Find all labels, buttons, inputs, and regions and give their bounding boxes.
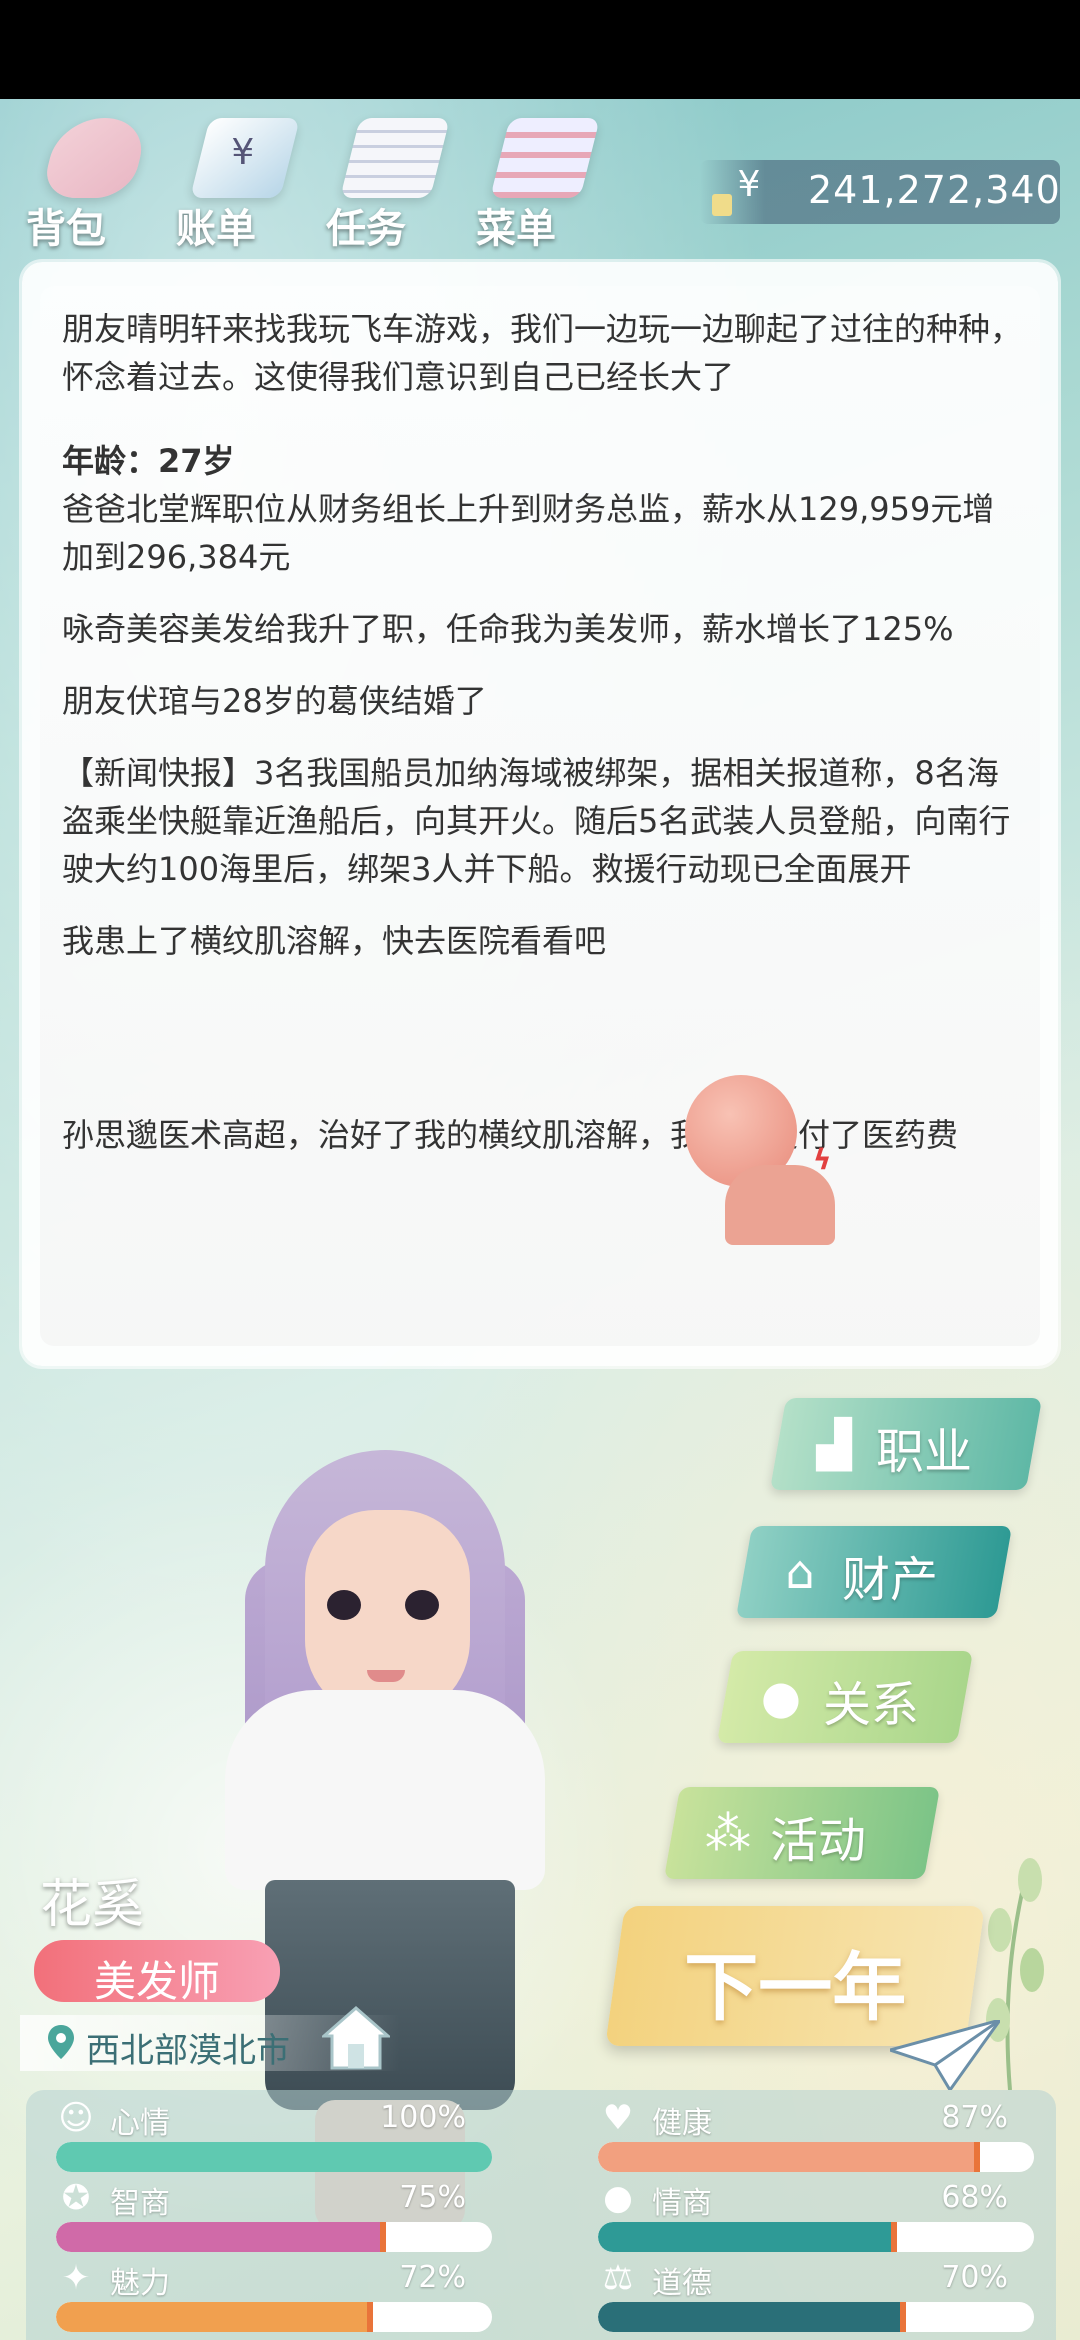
character-name: 花奚 (40, 1875, 145, 1935)
bill-button[interactable]: 账单 (172, 110, 302, 252)
house-icon: ⌂ (785, 1545, 815, 1599)
molecule-icon: ⁂ (705, 1806, 751, 1860)
location-label: 西北部漠北市 (86, 2031, 290, 2071)
bag-label: 背包 (26, 206, 106, 252)
stat-label: 魅力 (110, 2266, 170, 2301)
event-item: 我患上了横纹肌溶解，快去医院看看吧 (62, 922, 607, 960)
event-item: 朋友晴明轩来找我玩飞车游戏，我们一边玩一边聊起了过往的种种，怀念着过去。这使得我… (62, 310, 1023, 396)
asset-button[interactable]: ⌂ 财产 (735, 1526, 1013, 1618)
event-item: 【新闻快报】3名我国船员加纳海域被绑架，据相关报道称，8名海盗乘坐快艇靠近渔船后… (62, 754, 1011, 888)
stat-value: 70% (941, 2260, 1008, 2295)
stat-health: ♥ 健康 87% (568, 2098, 1034, 2176)
stat-bar (598, 2302, 1034, 2332)
event-item: 爸爸北堂辉职位从财务组长上升到财务总监，薪水从129,959元增加到296,38… (62, 490, 995, 576)
stats-panel: ☺ 心情 100% ♥ 健康 87% ✪ 智商 75% ● 情商 68% ✦ 魅… (26, 2090, 1056, 2340)
stat-label: 道德 (652, 2266, 712, 2301)
stat-bar (598, 2222, 1034, 2252)
bill-label: 账单 (176, 206, 256, 252)
stat-iq: ✪ 智商 75% (26, 2178, 492, 2256)
stat-bar (56, 2142, 492, 2172)
home-button[interactable] (320, 2006, 392, 2070)
stat-bar (56, 2222, 492, 2252)
stat-value: 87% (941, 2100, 1008, 2135)
stat-bar-fill (598, 2142, 978, 2172)
location-pin-icon (48, 2025, 74, 2059)
stat-bar (56, 2302, 492, 2332)
task-button[interactable]: 任务 (322, 110, 452, 252)
bulb-icon: ✪ (61, 2178, 91, 2218)
apple-icon: ● (603, 2178, 633, 2218)
job-title: 美发师 (93, 1957, 220, 2006)
stat-bar-fill (56, 2142, 492, 2172)
bag-icon (40, 118, 150, 198)
stat-bar-marker (891, 2222, 898, 2252)
money-amount: 241,272,340 (808, 168, 1061, 212)
stat-label: 健康 (652, 2106, 712, 2141)
stat-bar-marker (380, 2222, 386, 2252)
menu-label: 菜单 (476, 206, 556, 252)
task-icon (340, 118, 450, 198)
stat-value: 100% (380, 2100, 466, 2135)
menu-icon (490, 118, 600, 198)
career-button[interactable]: ▟ 职业 (769, 1398, 1043, 1490)
money-display: ¥ 241,272,340 (700, 160, 1060, 224)
event-list: 朋友晴明轩来找我玩飞车游戏，我们一边玩一边聊起了过往的种种，怀念着过去。这使得我… (62, 305, 1022, 1159)
stat-bar-marker (974, 2142, 981, 2172)
star-icon: ✦ (61, 2258, 91, 2298)
stat-label: 心情 (110, 2106, 170, 2141)
scale-icon: ⚖ (602, 2258, 634, 2298)
event-item: 咏奇美容美发给我升了职，任命我为美发师，薪水增长了125% (62, 610, 954, 648)
asset-label: 财产 (842, 1552, 939, 1608)
stat-value: 75% (399, 2180, 466, 2215)
stat-charm: ✦ 魅力 72% (26, 2258, 492, 2336)
activity-button[interactable]: ⁂ 活动 (663, 1787, 941, 1879)
relation-button[interactable]: ● 关系 (716, 1651, 974, 1743)
job-badge: 美发师 (34, 1940, 280, 2006)
people-icon: ● (760, 1670, 802, 1724)
event-item: 朋友伏琯与28岁的葛侠结婚了 (62, 682, 487, 720)
smile-icon: ☺ (58, 2098, 94, 2138)
relation-label: 关系 (823, 1677, 920, 1733)
stat-eq: ● 情商 68% (568, 2178, 1034, 2256)
stat-bar-fill (56, 2222, 383, 2252)
bill-icon (190, 118, 300, 198)
stat-bar (598, 2142, 1034, 2172)
stat-bar-marker (900, 2302, 907, 2332)
stat-bar-fill (56, 2302, 370, 2332)
next-year-label: 下一年 (684, 1945, 907, 2031)
stat-mood: ☺ 心情 100% (26, 2098, 492, 2176)
chart-icon: ▟ (816, 1417, 852, 1471)
stat-label: 情商 (652, 2186, 712, 2221)
event-item: 孙思邈医术高超，治好了我的横纹肌溶解，我自己支付了医药费 (62, 1116, 959, 1154)
stat-bar-fill (598, 2222, 895, 2252)
career-label: 职业 (876, 1424, 973, 1480)
activity-label: 活动 (770, 1813, 867, 1869)
paper-plane-icon (884, 2017, 1004, 2093)
stat-value: 68% (941, 2180, 1008, 2215)
task-label: 任务 (326, 206, 406, 252)
bag-button[interactable]: 背包 (22, 110, 152, 252)
sick-person-icon: ϟ (685, 1075, 855, 1245)
stat-bar-fill (598, 2302, 904, 2332)
stat-bar-marker (366, 2302, 373, 2332)
heart-icon: ♥ (602, 2098, 634, 2138)
age-line: 年龄：27岁 (62, 442, 235, 480)
stat-label: 智商 (110, 2186, 170, 2221)
yen-icon: ¥ (712, 164, 774, 216)
menu-button[interactable]: 菜单 (472, 110, 602, 252)
stat-morality: ⚖ 道德 70% (568, 2258, 1034, 2336)
stat-value: 72% (399, 2260, 466, 2295)
